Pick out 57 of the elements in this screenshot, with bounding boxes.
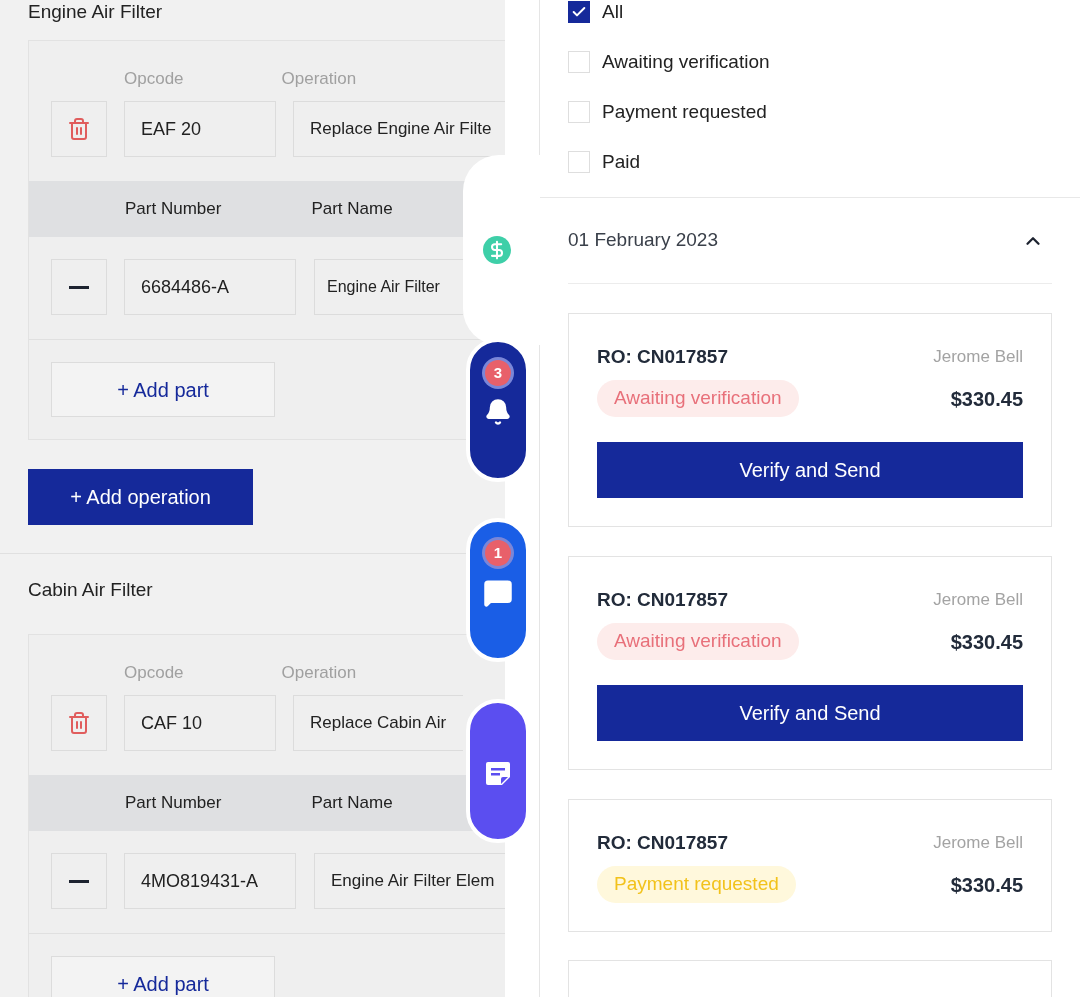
checkbox[interactable] [568,101,590,123]
count-badge: 1 [485,540,511,566]
minus-icon [69,285,89,289]
amount: $330.45 [950,872,1023,898]
status-pill: Awaiting verification [597,380,799,417]
status-pill: Awaiting verification [597,623,799,660]
opcode-field[interactable]: EAF 20 [124,101,276,157]
customer-name: Jerome Bell [933,346,1023,369]
filter-label: Payment requested [602,99,767,124]
customer-name: Jerome Bell [933,589,1023,612]
operation-label: Operation [281,68,357,91]
ro-number: RO: CN017857 [597,344,728,369]
operation-field[interactable]: Replace Cabin Air [293,695,463,751]
filter-label: Awaiting verification [602,49,770,74]
minus-icon [69,879,89,883]
filter-label: All [602,0,624,24]
delete-button[interactable] [51,101,107,157]
operation-label: Operation [281,662,357,685]
checkbox[interactable] [568,1,590,23]
part-name-field[interactable]: Engine Air Filter Elem [314,853,505,909]
remove-part-button[interactable] [51,853,107,909]
bell-icon [484,398,512,426]
remove-part-button[interactable] [51,259,107,315]
amount: $330.45 [950,629,1023,655]
column-header: Part Name [311,792,393,815]
trash-icon [67,117,91,141]
date-header: 01 February 2023 [568,228,718,253]
opcode-label: Opcode [124,68,184,91]
verify-send-button[interactable]: Verify and Send [597,685,1023,741]
add-part-button[interactable]: + Add part [51,362,275,417]
chat-icon [483,578,513,608]
part-number-field[interactable]: 6684486-A [124,259,296,315]
trash-icon [67,711,91,735]
status-pill: Payment requested [597,866,796,903]
opcode-label: Opcode [124,662,184,685]
opcode-field[interactable]: CAF 10 [124,695,276,751]
note-icon [484,759,512,787]
checkbox[interactable] [568,51,590,73]
ro-number: RO: CN017857 [597,830,728,855]
amount: $330.45 [950,386,1023,412]
customer-name: Jerome Bell [933,832,1023,855]
section-title: Cabin Air Filter [28,578,153,602]
column-header: Part Name [311,198,393,221]
add-part-button[interactable]: + Add part [51,956,275,997]
count-badge: 3 [485,360,511,386]
add-operation-button[interactable]: + Add operation [28,469,253,525]
verify-send-button[interactable]: Verify and Send [597,442,1023,498]
column-header: Part Number [125,792,222,815]
part-number-field[interactable]: 4MO819431-A [124,853,296,909]
filter-label: Paid [602,149,641,174]
column-header: Part Number [125,198,222,221]
delete-button[interactable] [51,695,107,751]
ro-number: RO: CN017857 [597,587,728,612]
section-title: Engine Air Filter [28,0,163,24]
operation-field[interactable]: Replace Engine Air Filte [293,101,505,157]
checkbox[interactable] [568,151,590,173]
dollar-icon [482,236,511,264]
